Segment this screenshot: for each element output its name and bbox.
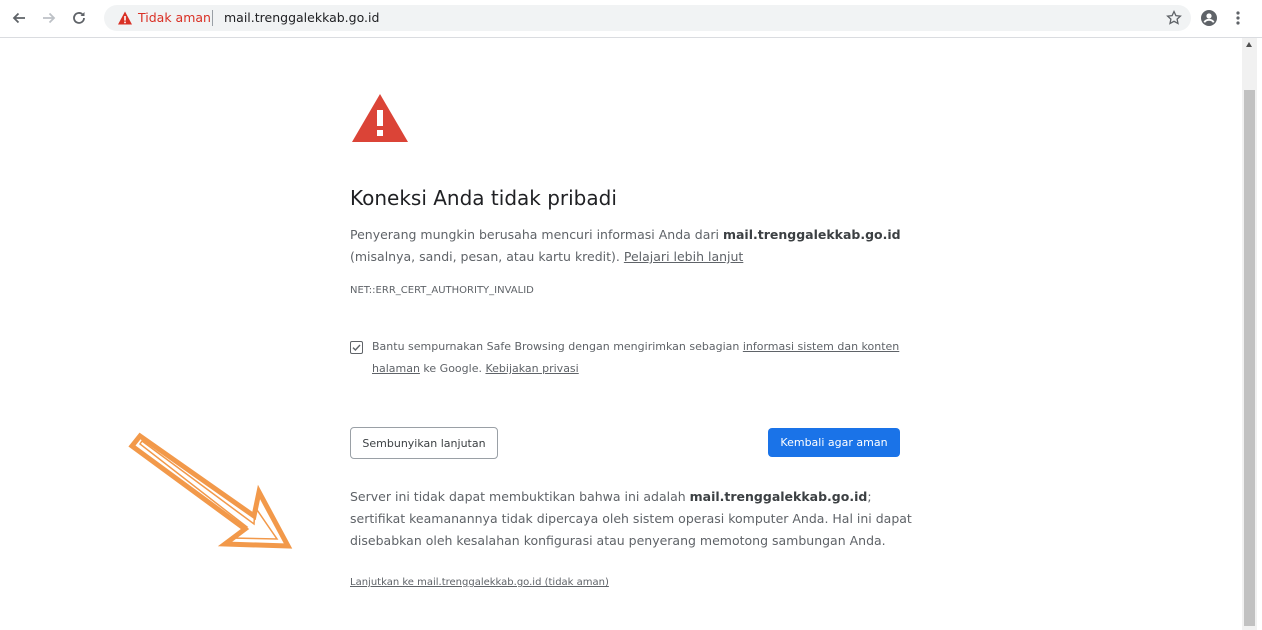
main-message: Penyerang mungkin berusaha mencuri infor… [350,224,910,268]
scrollbar-thumb[interactable] [1244,90,1255,626]
warning-triangle-icon [350,92,410,144]
forward-arrow-icon[interactable] [40,9,58,27]
annotation-arrow-icon [128,432,293,549]
safe-browsing-text-2: ke Google. [419,362,486,375]
account-icon[interactable] [1200,9,1218,27]
privacy-policy-link[interactable]: Kebijakan privasi [485,362,578,375]
reload-icon[interactable] [70,9,88,27]
proceed-unsafe-link[interactable]: Lanjutkan ke mail.trenggalekkab.go.id (t… [350,576,609,590]
message-text-2: (misalnya, sandi, pesan, atau kartu kred… [350,249,624,264]
three-dot-menu-icon[interactable] [1233,9,1243,27]
details-domain: mail.trenggalekkab.go.id [689,489,868,504]
learn-more-link[interactable]: Pelajari lebih lanjut [624,249,743,264]
details-text-1: Server ini tidak dapat membuktikan bahwa… [350,489,690,504]
omnibox-separator [212,10,213,26]
safe-browsing-text: Bantu sempurnakan Safe Browsing dengan m… [372,340,743,353]
warning-icon [117,10,133,26]
back-arrow-icon[interactable] [10,9,28,27]
vertical-scrollbar[interactable] [1242,38,1257,630]
browser-toolbar: Tidak aman mail.trenggalekkab.go.id [0,0,1262,38]
details-text: Server ini tidak dapat membuktikan bahwa… [350,486,920,552]
safe-browsing-label: Bantu sempurnakan Safe Browsing dengan m… [372,336,902,380]
page-title: Koneksi Anda tidak pribadi [350,186,617,210]
checkmark-icon [352,344,361,352]
hide-advanced-button[interactable]: Sembunyikan lanjutan [350,427,498,459]
scroll-up-arrow-icon[interactable] [1246,42,1252,47]
address-bar[interactable]: Tidak aman mail.trenggalekkab.go.id [104,5,1191,31]
safe-browsing-checkbox[interactable] [350,341,363,354]
message-text: Penyerang mungkin berusaha mencuri infor… [350,227,723,242]
security-status-chip[interactable]: Tidak aman [138,10,211,26]
star-icon[interactable] [1165,9,1183,27]
back-to-safety-button[interactable]: Kembali agar aman [768,428,900,457]
error-code: NET::ERR_CERT_AUTHORITY_INVALID [350,285,534,296]
url-text[interactable]: mail.trenggalekkab.go.id [224,10,379,26]
message-domain: mail.trenggalekkab.go.id [722,227,901,242]
